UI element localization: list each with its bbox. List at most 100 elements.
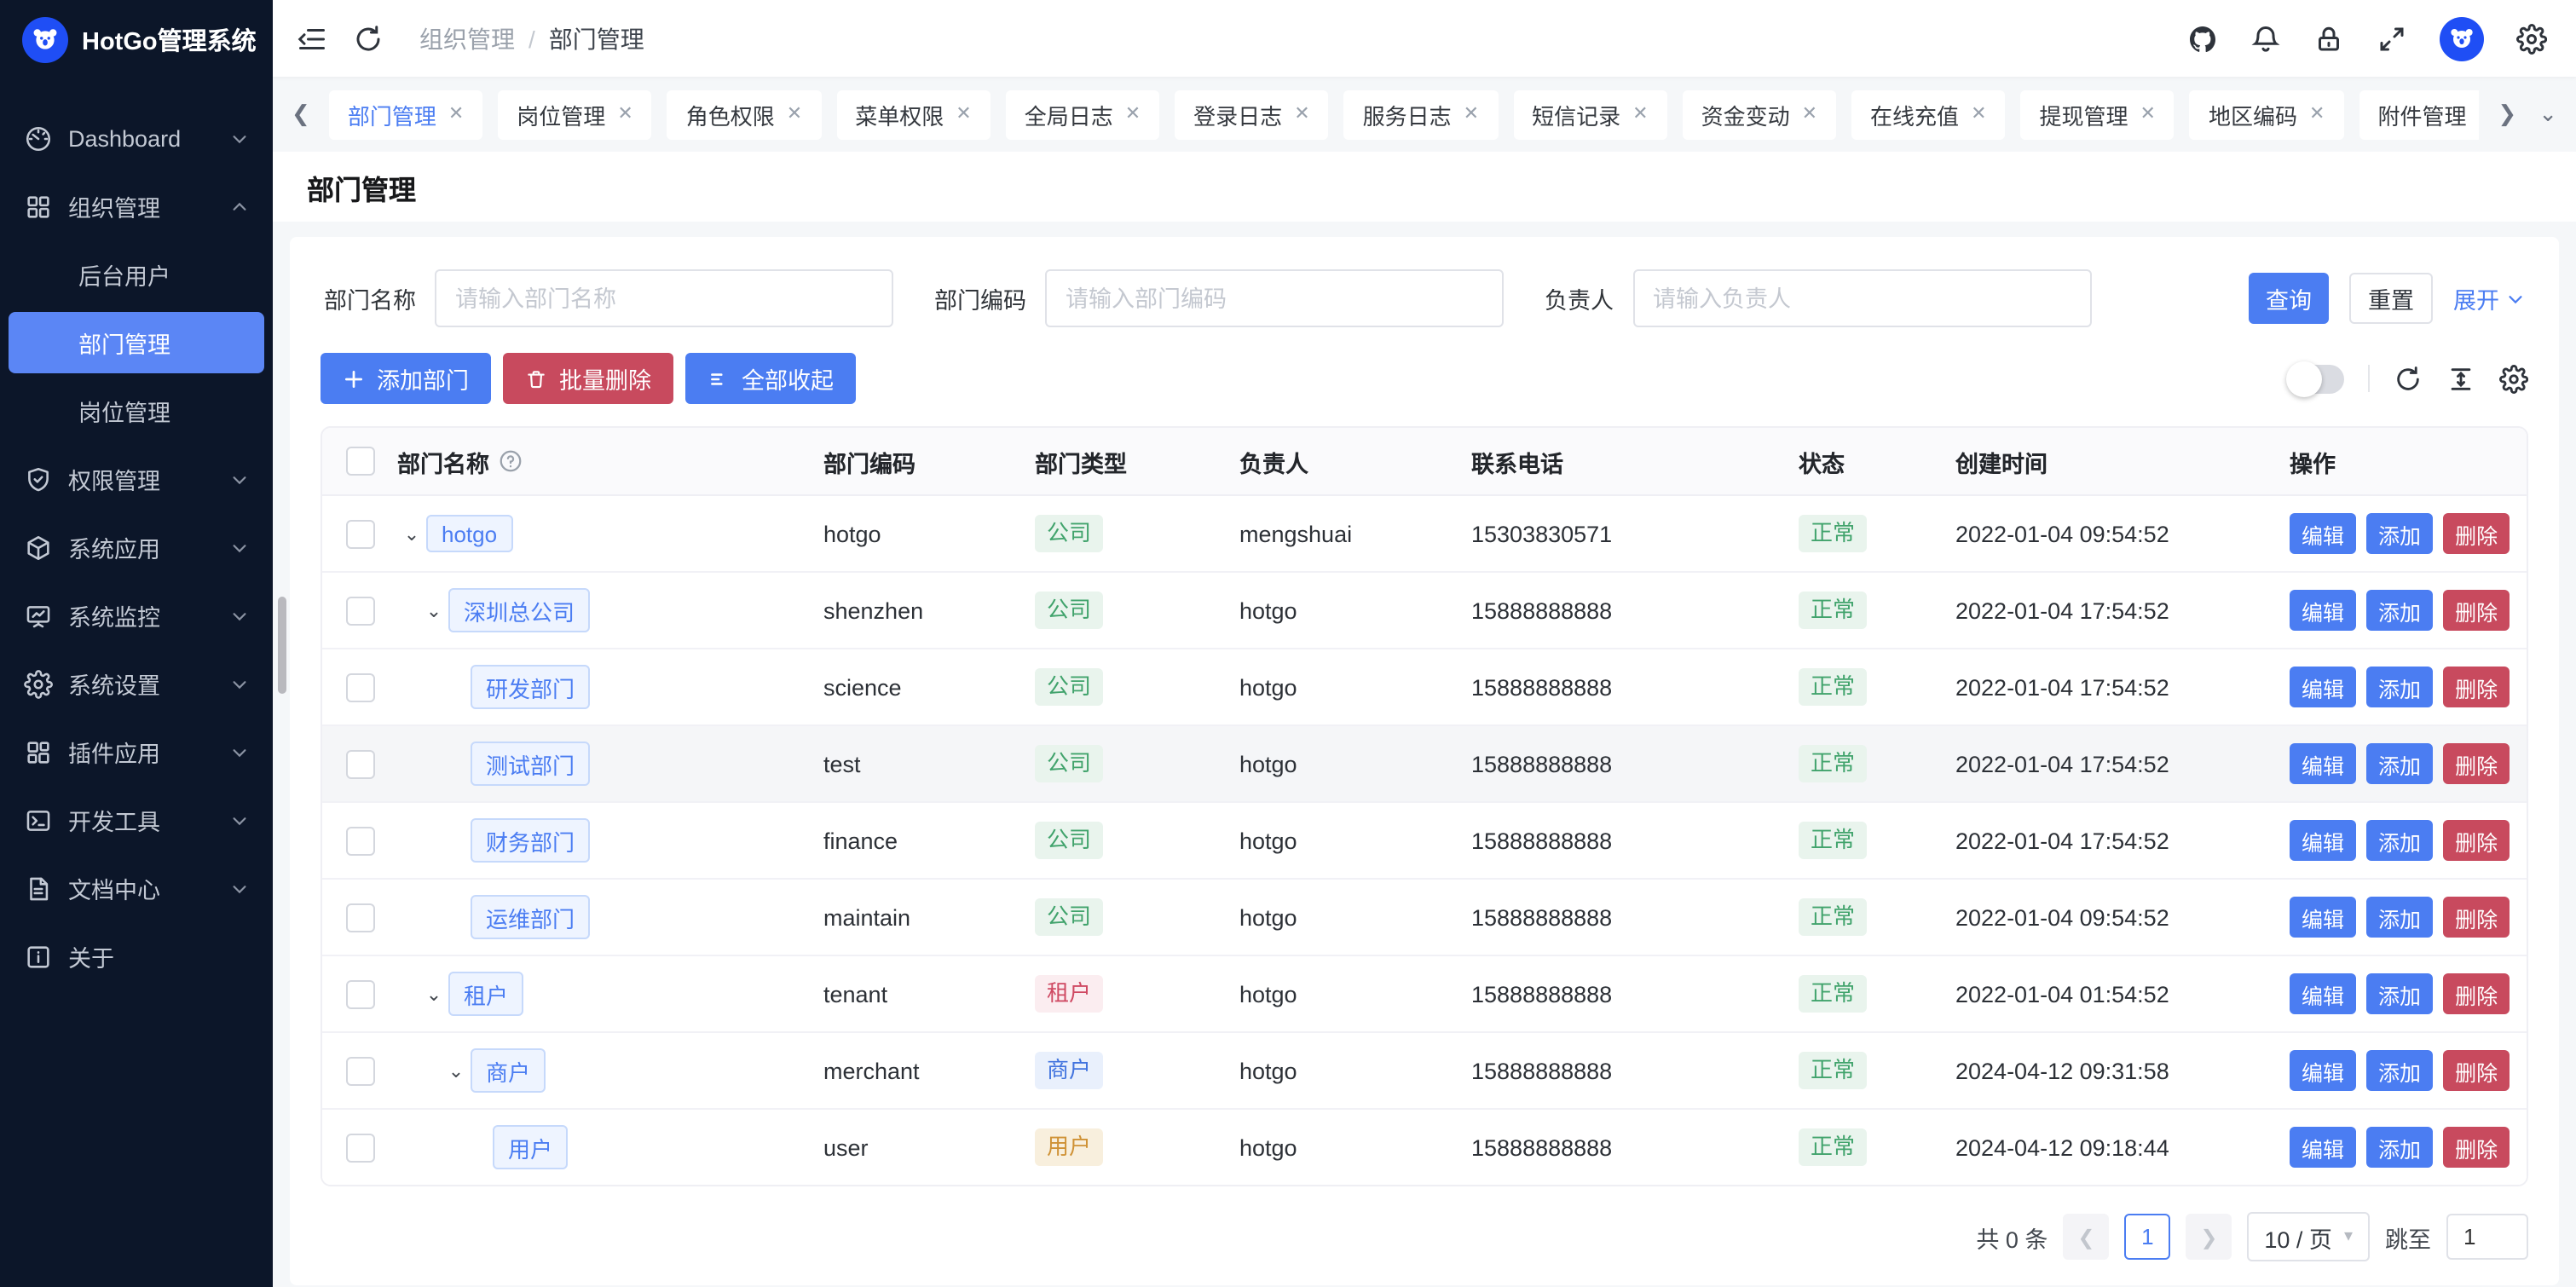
tab-在线充值[interactable]: 在线充值✕ (1851, 89, 2005, 139)
tab-服务日志[interactable]: 服务日志✕ (1344, 89, 1498, 139)
input-部门名称[interactable] (435, 269, 893, 327)
add-button[interactable]: 添加 (2366, 973, 2433, 1014)
batch-delete-button[interactable]: 批量删除 (503, 353, 673, 404)
row-checkbox[interactable] (345, 903, 374, 932)
department-name-chip[interactable]: hotgo (426, 515, 512, 552)
tab-全局日志[interactable]: 全局日志✕ (1006, 89, 1159, 139)
tab-附件管理[interactable]: 附件管理✕ (2359, 89, 2479, 139)
github-icon[interactable] (2187, 23, 2218, 54)
department-name-chip[interactable]: 用户 (493, 1125, 568, 1169)
column-settings-icon[interactable] (2499, 364, 2528, 393)
edit-button[interactable]: 编辑 (2290, 667, 2356, 707)
breadcrumb-parent[interactable]: 组织管理 (419, 21, 515, 55)
striped-toggle[interactable] (2288, 364, 2344, 393)
sidebar-item-关于[interactable]: 关于 (9, 926, 264, 987)
delete-button[interactable]: 删除 (2443, 590, 2510, 631)
row-checkbox[interactable] (345, 1133, 374, 1162)
sidebar-item-系统设置[interactable]: 系统设置 (9, 653, 264, 714)
add-button[interactable]: 添加 (2366, 590, 2433, 631)
jump-page-input[interactable] (2446, 1214, 2528, 1260)
edit-button[interactable]: 编辑 (2290, 820, 2356, 861)
tab-close-icon[interactable]: ✕ (448, 105, 464, 124)
refresh-icon[interactable] (353, 23, 384, 54)
tab-close-icon[interactable]: ✕ (956, 105, 971, 124)
edit-button[interactable]: 编辑 (2290, 743, 2356, 784)
table-refresh-icon[interactable] (2394, 364, 2423, 393)
prev-page-button[interactable]: ❮ (2063, 1214, 2109, 1260)
add-button[interactable]: 添加 (2366, 513, 2433, 554)
add-button[interactable]: 添加 (2366, 1127, 2433, 1168)
tab-close-icon[interactable]: ✕ (1971, 105, 1986, 124)
sidebar-subitem-部门管理[interactable]: 部门管理 (9, 312, 264, 373)
input-负责人[interactable] (1632, 269, 2091, 327)
sidebar-item-权限管理[interactable]: 权限管理 (9, 448, 264, 510)
department-name-chip[interactable]: 商户 (471, 1048, 546, 1093)
tab-close-icon[interactable]: ✕ (1802, 105, 1817, 124)
help-icon[interactable] (498, 448, 523, 474)
edit-button[interactable]: 编辑 (2290, 513, 2356, 554)
add-button[interactable]: 添加 (2366, 667, 2433, 707)
tab-资金变动[interactable]: 资金变动✕ (1683, 89, 1836, 139)
delete-button[interactable]: 删除 (2443, 667, 2510, 707)
sidebar-item-开发工具[interactable]: 开发工具 (9, 789, 264, 851)
row-height-icon[interactable] (2446, 364, 2475, 393)
add-button[interactable]: 添加 (2366, 1050, 2433, 1091)
query-button[interactable]: 查询 (2249, 273, 2329, 324)
department-name-chip[interactable]: 财务部门 (471, 818, 590, 863)
delete-button[interactable]: 删除 (2443, 513, 2510, 554)
delete-button[interactable]: 删除 (2443, 897, 2510, 938)
tab-close-icon[interactable]: ✕ (2478, 105, 2479, 124)
sidebar-item-文档中心[interactable]: 文档中心 (9, 857, 264, 919)
tab-部门管理[interactable]: 部门管理✕ (329, 89, 482, 139)
tab-close-icon[interactable]: ✕ (2309, 105, 2325, 124)
delete-button[interactable]: 删除 (2443, 1127, 2510, 1168)
tab-岗位管理[interactable]: 岗位管理✕ (498, 89, 651, 139)
tab-close-icon[interactable]: ✕ (2140, 105, 2156, 124)
sidebar-scrollbar-thumb[interactable] (278, 597, 286, 694)
tab-提现管理[interactable]: 提现管理✕ (2021, 89, 2175, 139)
tab-地区编码[interactable]: 地区编码✕ (2190, 89, 2343, 139)
menu-fold-icon[interactable] (297, 23, 327, 54)
delete-button[interactable]: 删除 (2443, 743, 2510, 784)
row-checkbox[interactable] (345, 672, 374, 701)
delete-button[interactable]: 删除 (2443, 820, 2510, 861)
delete-button[interactable]: 删除 (2443, 1050, 2510, 1091)
delete-button[interactable]: 删除 (2443, 973, 2510, 1014)
page-number-button[interactable]: 1 (2124, 1214, 2170, 1260)
page-size-select[interactable]: 10 / 页 ▾ (2247, 1212, 2370, 1261)
tabs-menu-chevron-icon[interactable]: ⌄ (2535, 101, 2561, 128)
tabs-scroll-left-icon[interactable]: ❮ (288, 101, 314, 128)
tab-close-icon[interactable]: ✕ (617, 105, 632, 124)
edit-button[interactable]: 编辑 (2290, 973, 2356, 1014)
tab-close-icon[interactable]: ✕ (1464, 105, 1479, 124)
expand-toggle[interactable]: 展开 (2453, 281, 2525, 315)
tab-菜单权限[interactable]: 菜单权限✕ (836, 89, 990, 139)
tab-close-icon[interactable]: ✕ (1294, 105, 1309, 124)
edit-button[interactable]: 编辑 (2290, 1127, 2356, 1168)
tab-close-icon[interactable]: ✕ (1632, 105, 1648, 124)
bell-icon[interactable] (2250, 23, 2281, 54)
next-page-button[interactable]: ❯ (2186, 1214, 2232, 1260)
edit-button[interactable]: 编辑 (2290, 897, 2356, 938)
row-checkbox[interactable] (345, 596, 374, 625)
sidebar-item-系统应用[interactable]: 系统应用 (9, 517, 264, 578)
expand-arrow-icon[interactable]: ⌄ (419, 599, 448, 621)
add-button[interactable]: 添加 (2366, 743, 2433, 784)
sidebar-item-系统监控[interactable]: 系统监控 (9, 585, 264, 646)
tab-close-icon[interactable]: ✕ (787, 105, 802, 124)
tab-短信记录[interactable]: 短信记录✕ (1513, 89, 1666, 139)
expand-arrow-icon[interactable]: ⌄ (419, 983, 448, 1005)
input-部门编码[interactable] (1045, 269, 1504, 327)
sidebar-subitem-岗位管理[interactable]: 岗位管理 (9, 380, 264, 442)
edit-button[interactable]: 编辑 (2290, 590, 2356, 631)
sidebar-item-组织管理[interactable]: 组织管理 (9, 176, 264, 237)
reset-button[interactable]: 重置 (2349, 273, 2433, 324)
department-name-chip[interactable]: 运维部门 (471, 895, 590, 939)
add-department-button[interactable]: 添加部门 (321, 353, 491, 404)
breadcrumb-current[interactable]: 部门管理 (549, 21, 644, 55)
add-button[interactable]: 添加 (2366, 897, 2433, 938)
department-name-chip[interactable]: 测试部门 (471, 742, 590, 786)
select-all-checkbox[interactable] (345, 447, 374, 476)
expand-arrow-icon[interactable]: ⌄ (397, 522, 426, 545)
row-checkbox[interactable] (345, 1056, 374, 1085)
